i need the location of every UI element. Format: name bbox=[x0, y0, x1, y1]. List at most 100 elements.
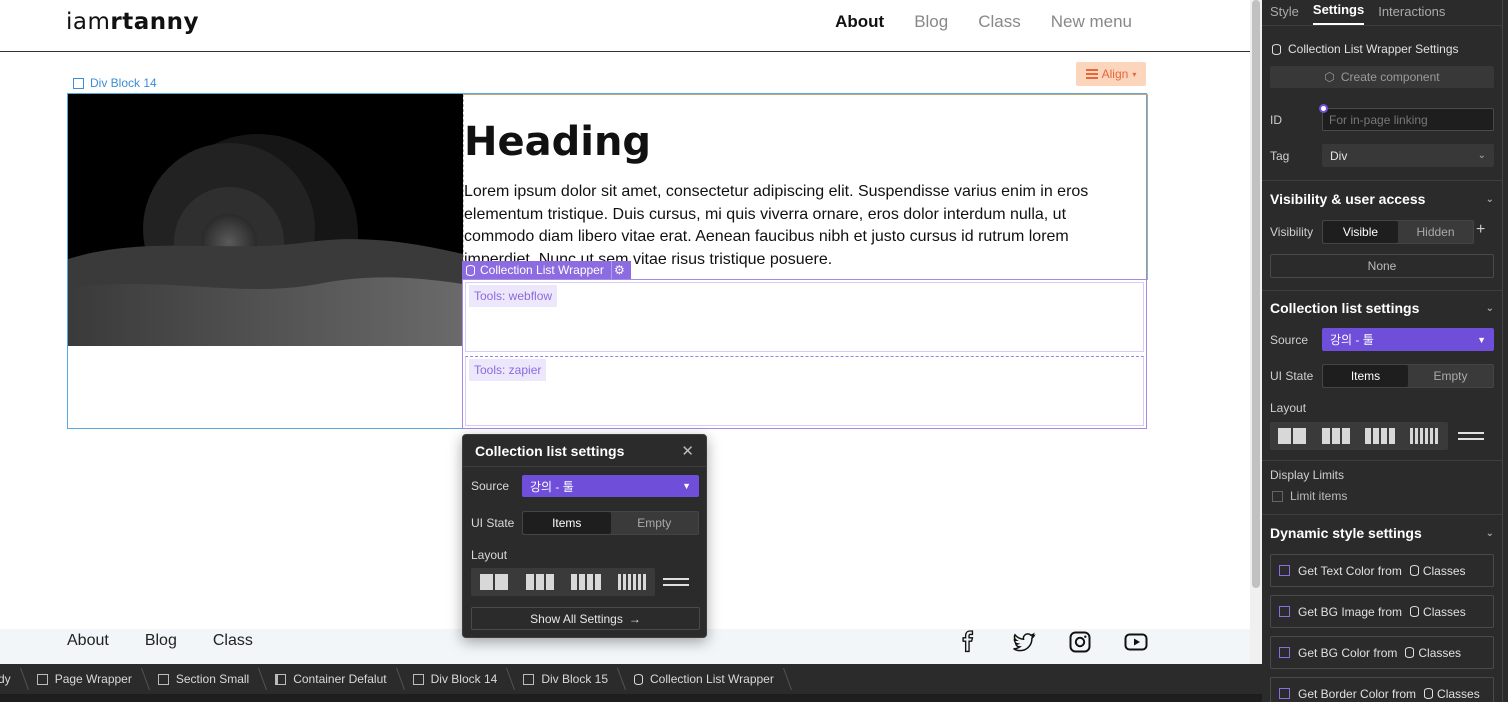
visibility-toggle: Visible Hidden bbox=[1322, 220, 1474, 244]
div-block-label[interactable]: Div Block 14 bbox=[73, 76, 157, 90]
binding-dot-icon[interactable] bbox=[1319, 104, 1328, 113]
create-component-button[interactable]: ⬡ Create component bbox=[1270, 66, 1494, 88]
section-icon bbox=[157, 673, 169, 685]
breadcrumb-item[interactable]: dy bbox=[0, 664, 25, 694]
ui-state-items[interactable]: Items bbox=[523, 512, 611, 534]
hero-image[interactable] bbox=[68, 94, 463, 346]
source-row: Source 강의 - 툴 ▼ bbox=[471, 475, 699, 497]
twitter-icon[interactable] bbox=[1012, 630, 1036, 654]
dynamic-bg-color-item[interactable]: Get BG Color from Classes bbox=[1270, 636, 1494, 669]
footer-links: About Blog Class bbox=[67, 632, 253, 650]
breadcrumb-item[interactable]: Div Block 14 bbox=[401, 664, 512, 694]
ui-state-empty[interactable]: Empty bbox=[1408, 365, 1493, 387]
align-button[interactable]: Align ▾ bbox=[1076, 62, 1146, 86]
footer-link-blog[interactable]: Blog bbox=[145, 632, 177, 650]
breadcrumb-label: Section Small bbox=[175, 672, 250, 686]
tab-settings[interactable]: Settings bbox=[1312, 2, 1365, 25]
nav-link-new-menu[interactable]: New menu bbox=[1051, 12, 1132, 32]
popover-header: Collection list settings ✕ bbox=[463, 435, 706, 467]
dynamic-item-source: Classes bbox=[1418, 645, 1462, 660]
source-select[interactable]: 강의 - 툴 ▼ bbox=[522, 475, 699, 497]
nav-link-class[interactable]: Class bbox=[978, 12, 1021, 32]
dynamic-text-color-item[interactable]: Get Text Color from Classes bbox=[1270, 554, 1494, 587]
collection-settings-popover: Collection list settings ✕ Source 강의 - 툴… bbox=[462, 434, 707, 638]
breadcrumb-item[interactable]: Container Defalut bbox=[263, 664, 400, 694]
breadcrumb-label: Page Wrapper bbox=[54, 672, 132, 686]
breadcrumb-item[interactable]: Collection List Wrapper bbox=[622, 664, 788, 694]
layout-4-col-icon[interactable] bbox=[563, 568, 609, 596]
collection-item[interactable]: Tools: webflow bbox=[465, 282, 1144, 352]
collection-list-wrapper-tag[interactable]: Collection List Wrapper ⚙ bbox=[462, 261, 631, 279]
layout-3-col-icon[interactable] bbox=[1314, 422, 1358, 450]
dynamic-border-color-item[interactable]: Get Border Color from Classes bbox=[1270, 677, 1494, 702]
tag-label: Tag bbox=[1270, 149, 1290, 163]
div-icon bbox=[36, 673, 48, 685]
limit-items-checkbox[interactable]: Limit items bbox=[1272, 489, 1347, 503]
tag-select[interactable]: Div ⌄ bbox=[1322, 144, 1494, 167]
component-icon: ⬡ bbox=[1324, 70, 1335, 84]
element-settings-title: Collection List Wrapper Settings bbox=[1272, 42, 1459, 56]
status-strip bbox=[0, 694, 1262, 702]
layout-2-col-icon[interactable] bbox=[1270, 422, 1314, 450]
footer-link-class[interactable]: Class bbox=[213, 632, 253, 650]
source-select[interactable]: 강의 - 툴 ▼ bbox=[1322, 328, 1494, 351]
layout-label: Layout bbox=[1270, 401, 1307, 415]
layout-6-col-icon[interactable] bbox=[1402, 422, 1446, 450]
ui-state-empty[interactable]: Empty bbox=[611, 512, 699, 534]
visibility-hidden[interactable]: Hidden bbox=[1398, 221, 1473, 243]
dynamic-item-source: Classes bbox=[1422, 563, 1466, 578]
close-icon[interactable]: ✕ bbox=[681, 442, 694, 460]
breadcrumb-item[interactable]: Page Wrapper bbox=[25, 664, 146, 694]
tag-select-value: Div bbox=[1330, 148, 1348, 163]
show-all-label: Show All Settings bbox=[530, 611, 623, 626]
dynamic-bg-image-item[interactable]: Get BG Image from Classes bbox=[1270, 595, 1494, 628]
access-none-field[interactable]: None bbox=[1270, 254, 1494, 278]
heading[interactable]: Heading bbox=[464, 119, 651, 165]
layout-row bbox=[471, 568, 691, 596]
id-input[interactable]: For in-page linking bbox=[1322, 108, 1494, 131]
dynamic-item-label: Get Border Color from bbox=[1298, 686, 1417, 701]
visibility-visible[interactable]: Visible bbox=[1323, 221, 1398, 243]
plus-icon[interactable]: + bbox=[1476, 221, 1485, 239]
id-label: ID bbox=[1270, 113, 1282, 127]
tab-interactions[interactable]: Interactions bbox=[1378, 4, 1445, 25]
ui-state-items[interactable]: Items bbox=[1323, 365, 1408, 387]
checkbox-icon bbox=[1279, 606, 1290, 617]
database-icon bbox=[634, 673, 644, 685]
caret-down-icon: ▾ bbox=[1132, 69, 1137, 79]
youtube-icon[interactable] bbox=[1124, 630, 1148, 654]
panel-edge bbox=[1502, 0, 1508, 702]
checkbox-icon bbox=[1272, 490, 1283, 502]
none-value: None bbox=[1367, 259, 1397, 273]
paragraph[interactable]: Lorem ipsum dolor sit amet, consectetur … bbox=[464, 181, 1134, 271]
collection-list-wrapper[interactable]: Tools: webflow Tools: zapier bbox=[462, 279, 1147, 429]
nav-link-blog[interactable]: Blog bbox=[914, 12, 948, 32]
breadcrumb-item[interactable]: Section Small bbox=[146, 664, 263, 694]
collection-section-header[interactable]: Collection list settings ⌄ bbox=[1270, 300, 1494, 316]
layout-3-col-icon[interactable] bbox=[517, 568, 563, 596]
settings-gear-icon[interactable]: ⚙ bbox=[610, 261, 627, 279]
breadcrumb-item[interactable]: Div Block 15 bbox=[511, 664, 622, 694]
site-logo[interactable]: iamrtanny bbox=[66, 9, 199, 35]
layout-4-col-icon[interactable] bbox=[1358, 422, 1402, 450]
visibility-section-header[interactable]: Visibility & user access ⌄ bbox=[1270, 191, 1494, 207]
source-label: Source bbox=[1270, 333, 1309, 347]
scrollbar-thumb[interactable] bbox=[1252, 0, 1260, 588]
stretch-icon[interactable] bbox=[661, 571, 691, 593]
stretch-icon[interactable] bbox=[1456, 425, 1486, 447]
ui-state-toggle: Items Empty bbox=[1322, 364, 1494, 388]
facebook-icon[interactable] bbox=[956, 630, 980, 654]
show-all-settings-button[interactable]: Show All Settings → bbox=[471, 607, 700, 630]
dynamic-section-header[interactable]: Dynamic style settings ⌄ bbox=[1270, 525, 1494, 541]
canvas-scrollbar[interactable] bbox=[1250, 0, 1262, 664]
source-select-value: 강의 - 툴 bbox=[530, 479, 574, 494]
tab-style[interactable]: Style bbox=[1270, 4, 1299, 25]
instagram-icon[interactable] bbox=[1068, 630, 1092, 654]
layout-6-col-icon[interactable] bbox=[609, 568, 655, 596]
dynamic-item-label: Get BG Color from bbox=[1298, 645, 1398, 660]
collection-item[interactable]: Tools: zapier bbox=[465, 356, 1144, 426]
nav-link-about[interactable]: About bbox=[835, 12, 884, 32]
footer-link-about[interactable]: About bbox=[67, 632, 109, 650]
limit-items-label: Limit items bbox=[1290, 489, 1348, 503]
layout-2-col-icon[interactable] bbox=[471, 568, 517, 596]
